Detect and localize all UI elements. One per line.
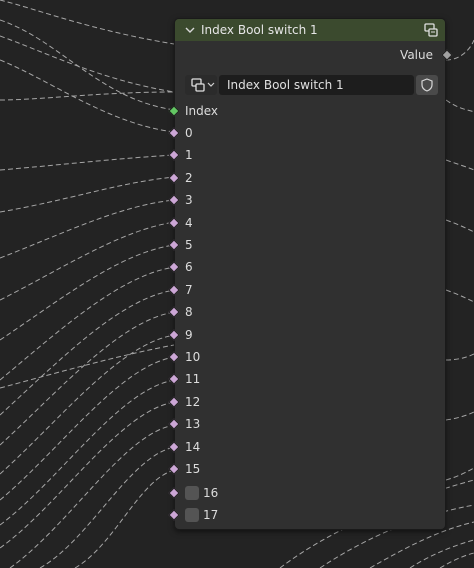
wire-9 [0,334,176,475]
chevron-down-icon[interactable] [183,23,197,37]
node-tree-icon[interactable] [423,22,439,38]
input-label-index: Index [185,104,219,118]
input-label-4: 4 [185,216,193,230]
input-label-5: 5 [185,238,193,252]
shield-icon [421,78,433,92]
wire-13 [9,424,176,568]
input-label-13: 13 [185,417,201,431]
wire-10 [0,356,176,501]
input-label-17: 17 [203,508,219,522]
wire-3 [0,199,176,259]
input-label-15: 15 [185,462,201,476]
wire-4 [0,221,176,301]
output-label-value: Value [400,48,433,62]
wire-0 [0,59,176,133]
input-label-11: 11 [185,372,201,386]
wire-1 [0,154,176,171]
input-label-1: 1 [185,148,193,162]
input-label-2: 2 [185,171,193,185]
input-label-10: 10 [185,350,201,364]
wire-2 [0,176,176,213]
input-label-8: 8 [185,305,193,319]
node-tree-icon [191,78,205,92]
wire-8 [0,311,176,446]
wire-12 [0,401,176,549]
index-bool-switch-node[interactable]: Index Bool switch 1 Value Index Bool swi [168,18,453,530]
node-header[interactable]: Index Bool switch 1 [175,19,445,41]
browse-node-group-button[interactable] [185,75,217,95]
input-label-12: 12 [185,395,201,409]
checkbox-16[interactable] [185,486,199,500]
checkbox-17[interactable] [185,508,199,522]
node-group-selector: Index Bool switch 1 [185,75,438,95]
input-label-0: 0 [185,126,193,140]
fake-user-button[interactable] [416,75,438,95]
chevron-down-icon [207,82,215,87]
wire-14 [39,446,176,568]
wire-11 [0,379,176,526]
wire-index [0,19,176,111]
node-group-name: Index Bool switch 1 [227,78,344,92]
input-label-3: 3 [185,193,193,207]
input-label-7: 7 [185,283,193,297]
node-group-name-field[interactable]: Index Bool switch 1 [219,75,414,95]
input-label-6: 6 [185,260,193,274]
input-label-9: 9 [185,328,193,342]
node-title: Index Bool switch 1 [201,23,318,37]
wire-6 [0,266,176,381]
input-label-14: 14 [185,440,201,454]
node-editor-canvas[interactable]: Index Bool switch 1 Value Index Bool swi [0,0,474,568]
wire-5 [0,244,176,341]
wire-15 [74,469,176,568]
input-label-16: 16 [203,486,219,500]
